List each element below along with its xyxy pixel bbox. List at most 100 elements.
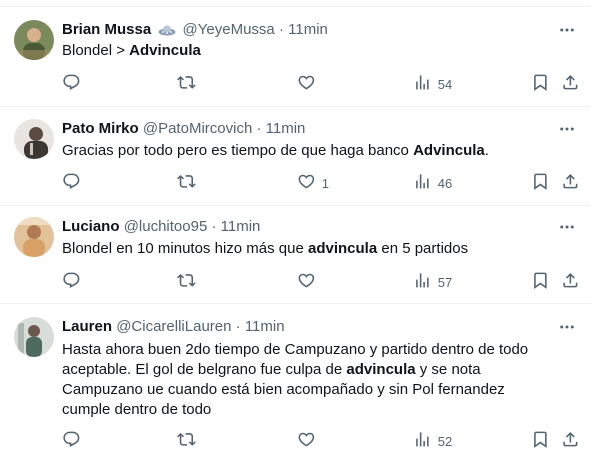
views-icon bbox=[413, 172, 432, 194]
timestamp[interactable]: 11min bbox=[245, 318, 285, 335]
tweet-header: Luciano @luchitoo95 · 11min bbox=[62, 217, 260, 237]
view-count: 54 bbox=[437, 76, 453, 92]
retweet-icon bbox=[177, 271, 196, 293]
share-icon bbox=[561, 430, 580, 452]
avatar[interactable] bbox=[14, 20, 54, 60]
user-handle[interactable]: @PatoMircovich bbox=[143, 120, 252, 137]
share-icon bbox=[561, 73, 580, 95]
views-icon bbox=[413, 271, 432, 293]
more-icon[interactable] bbox=[557, 20, 577, 40]
more-icon[interactable] bbox=[557, 217, 577, 237]
views-icon bbox=[413, 430, 432, 452]
tweet-text-bold: Advincula bbox=[413, 142, 485, 159]
share-icon bbox=[561, 271, 580, 293]
user-handle[interactable]: @YeyeMussa bbox=[183, 21, 275, 38]
reply-icon bbox=[62, 430, 81, 452]
user-handle[interactable]: @CicarelliLauren bbox=[116, 318, 231, 335]
tweet-text: Gracias por todo pero es tiempo de que h… bbox=[62, 141, 572, 161]
timestamp[interactable]: 11min bbox=[288, 21, 328, 38]
bookmark-button[interactable] bbox=[531, 171, 550, 195]
retweet-icon bbox=[177, 73, 196, 95]
reply-icon bbox=[62, 73, 81, 95]
avatar[interactable] bbox=[14, 317, 54, 357]
separator-dot: · bbox=[278, 21, 284, 38]
tweet[interactable]: Lauren @CicarelliLauren · 11min Hasta ah… bbox=[0, 304, 591, 462]
tweet[interactable]: Brian Mussa @YeyeMussa · 11min Blondel >… bbox=[0, 7, 591, 104]
tweet-actions: 57 bbox=[0, 270, 591, 294]
view-count: 46 bbox=[437, 175, 453, 191]
retweet-button[interactable] bbox=[177, 171, 196, 195]
tweet-text-bold: advincula bbox=[346, 361, 416, 378]
ufo-badge-icon bbox=[158, 23, 176, 43]
tweet-text-part: . bbox=[484, 142, 489, 159]
views-icon bbox=[413, 73, 432, 95]
user-handle[interactable]: @luchitoo95 bbox=[124, 218, 208, 235]
reply-feed: Brian Mussa @YeyeMussa · 11min Blondel >… bbox=[0, 0, 591, 462]
reply-button[interactable] bbox=[62, 72, 81, 96]
retweet-button[interactable] bbox=[177, 429, 196, 453]
tweet-text-part: Blondel > bbox=[62, 42, 130, 59]
bookmark-icon bbox=[531, 172, 550, 194]
tweet-text: Hasta ahora buen 2do tiempo de Campuzano… bbox=[62, 340, 552, 420]
tweet-actions: 52 bbox=[0, 429, 591, 453]
views-button[interactable]: 57 bbox=[413, 270, 452, 294]
like-button[interactable]: 1 bbox=[297, 171, 329, 195]
bookmark-icon bbox=[531, 430, 550, 452]
heart-icon bbox=[297, 73, 316, 95]
tweet-actions: 1 46 bbox=[0, 171, 591, 195]
timestamp[interactable]: 11min bbox=[221, 218, 261, 235]
view-count: 57 bbox=[437, 274, 453, 290]
share-button[interactable] bbox=[561, 72, 580, 96]
bookmark-button[interactable] bbox=[531, 72, 550, 96]
retweet-button[interactable] bbox=[177, 270, 196, 294]
heart-icon bbox=[297, 172, 316, 194]
retweet-icon bbox=[177, 430, 196, 452]
bookmark-button[interactable] bbox=[531, 270, 550, 294]
bookmark-button[interactable] bbox=[531, 429, 550, 453]
tweet[interactable]: Pato Mirko @PatoMircovich · 11min Gracia… bbox=[0, 107, 591, 204]
tweet-text: Blondel > Advincula bbox=[62, 41, 572, 61]
more-icon[interactable] bbox=[557, 317, 577, 337]
share-icon bbox=[561, 172, 580, 194]
views-button[interactable]: 54 bbox=[413, 72, 452, 96]
reply-button[interactable] bbox=[62, 429, 81, 453]
tweet-text-bold: Advincula bbox=[129, 42, 201, 59]
separator-dot: · bbox=[235, 318, 241, 335]
reply-icon bbox=[62, 172, 81, 194]
reply-icon bbox=[62, 271, 81, 293]
timestamp[interactable]: 11min bbox=[266, 120, 306, 137]
share-button[interactable] bbox=[561, 171, 580, 195]
avatar[interactable] bbox=[14, 217, 54, 257]
bookmark-icon bbox=[531, 271, 550, 293]
avatar[interactable] bbox=[14, 119, 54, 159]
tweet-actions: 54 bbox=[0, 72, 591, 96]
tweet-header: Lauren @CicarelliLauren · 11min bbox=[62, 317, 285, 337]
heart-icon bbox=[297, 271, 316, 293]
tweet-header: Brian Mussa @YeyeMussa · 11min bbox=[62, 20, 328, 43]
views-button[interactable]: 52 bbox=[413, 429, 452, 453]
share-button[interactable] bbox=[561, 429, 580, 453]
more-icon[interactable] bbox=[557, 119, 577, 139]
share-button[interactable] bbox=[561, 270, 580, 294]
retweet-button[interactable] bbox=[177, 72, 196, 96]
display-name[interactable]: Brian Mussa bbox=[62, 21, 151, 38]
display-name[interactable]: Luciano bbox=[62, 218, 120, 235]
separator-dot: · bbox=[256, 120, 262, 137]
like-button[interactable] bbox=[297, 72, 322, 96]
reply-button[interactable] bbox=[62, 270, 81, 294]
tweet-text-bold: advincula bbox=[307, 240, 378, 257]
tweet[interactable]: Luciano @luchitoo95 · 11min Blondel en 1… bbox=[0, 206, 591, 302]
views-button[interactable]: 46 bbox=[413, 171, 452, 195]
tweet-text-part: Gracias por todo pero es tiempo de que h… bbox=[62, 142, 414, 159]
reply-button[interactable] bbox=[62, 171, 81, 195]
retweet-icon bbox=[177, 172, 196, 194]
display-name[interactable]: Pato Mirko bbox=[62, 120, 139, 137]
display-name[interactable]: Lauren bbox=[62, 318, 112, 335]
like-button[interactable] bbox=[297, 270, 322, 294]
bookmark-icon bbox=[531, 73, 550, 95]
tweet-text-part: Blondel en 10 minutos hizo más que bbox=[62, 240, 308, 257]
heart-icon bbox=[297, 430, 316, 452]
like-count: 1 bbox=[321, 175, 329, 191]
separator-dot: · bbox=[211, 218, 217, 235]
like-button[interactable] bbox=[297, 429, 322, 453]
